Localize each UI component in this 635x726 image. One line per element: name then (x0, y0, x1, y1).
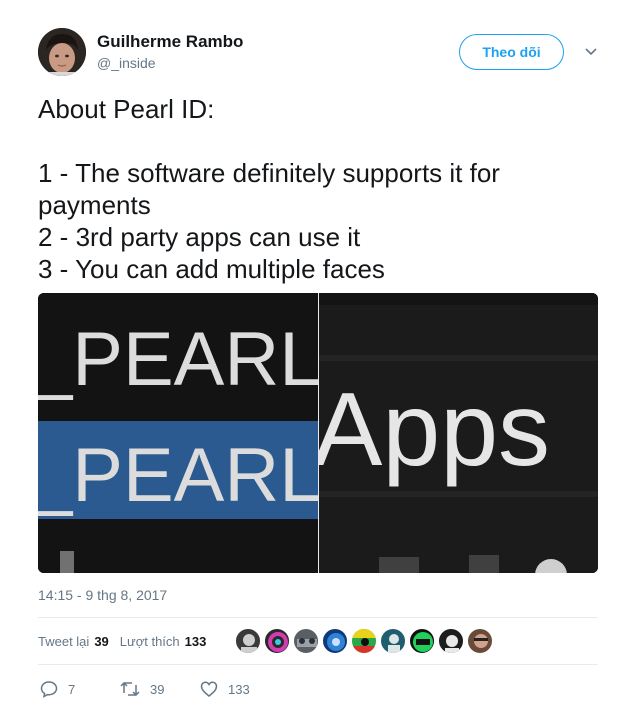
liker-avatar[interactable] (264, 628, 290, 654)
tweet-line: About Pearl ID: (38, 94, 215, 124)
follow-button[interactable]: Theo dõi (459, 34, 564, 70)
retweet-stat-count: 39 (94, 633, 109, 649)
divider (38, 664, 598, 665)
tweet-line: 2 - 3rd party apps can use it (38, 222, 361, 252)
media-left-text-2: _PEARL_ (38, 433, 318, 518)
tweet-text: About Pearl ID: 1 - The software definit… (38, 93, 603, 285)
liker-avatar[interactable] (380, 628, 406, 654)
tweet-line: 3 - You can add multiple faces (38, 254, 385, 284)
author-avatar[interactable] (38, 28, 86, 76)
liker-avatar[interactable] (293, 628, 319, 654)
tweet-line (38, 125, 603, 157)
like-stat-label: Lượt thích (119, 633, 180, 649)
retweet-button[interactable]: 39 (120, 678, 164, 700)
tweet-media[interactable]: _PEARL_ _PEARL_ Apps (38, 293, 598, 573)
liker-avatar[interactable] (235, 628, 261, 654)
liker-avatar[interactable] (351, 628, 377, 654)
retweet-icon (120, 681, 140, 697)
liker-avatar[interactable] (409, 628, 435, 654)
retweet-stat-label: Tweet lại (38, 633, 90, 649)
like-count: 133 (228, 681, 250, 697)
author-name[interactable]: Guilherme Rambo (97, 32, 243, 52)
reply-count: 7 (68, 681, 76, 697)
like-stat-count: 133 (184, 633, 207, 649)
chevron-down-icon[interactable] (581, 42, 601, 62)
like-stat[interactable]: Lượt thích 133 (120, 634, 207, 649)
media-right-text: Apps (319, 372, 550, 488)
reply-button[interactable]: 7 (40, 678, 75, 700)
author-handle[interactable]: @_inside (97, 55, 156, 71)
retweet-stat[interactable]: Tweet lại 39 (38, 634, 109, 649)
tweet-timestamp[interactable]: 14:15 - 9 thg 8, 2017 (38, 587, 167, 603)
liker-avatar[interactable] (467, 628, 493, 654)
liker-avatar[interactable] (438, 628, 464, 654)
like-button[interactable]: 133 (200, 678, 250, 700)
media-left-text-1: _PEARL_ (38, 317, 318, 402)
heart-icon (200, 681, 218, 697)
media-image-left[interactable]: _PEARL_ _PEARL_ (38, 293, 318, 573)
liker-avatar[interactable] (322, 628, 348, 654)
tweet-header: Guilherme Rambo @_inside Theo dõi (38, 28, 598, 78)
tweet-line: payments (38, 190, 151, 220)
retweet-count: 39 (150, 681, 165, 697)
divider (38, 617, 598, 618)
tweet-line: 1 - The software definitely supports it … (38, 158, 500, 188)
reply-icon (40, 681, 58, 698)
media-image-right[interactable]: Apps (319, 293, 598, 573)
tweet-stats: Tweet lại 39 Lượt thích 133 (38, 630, 217, 652)
